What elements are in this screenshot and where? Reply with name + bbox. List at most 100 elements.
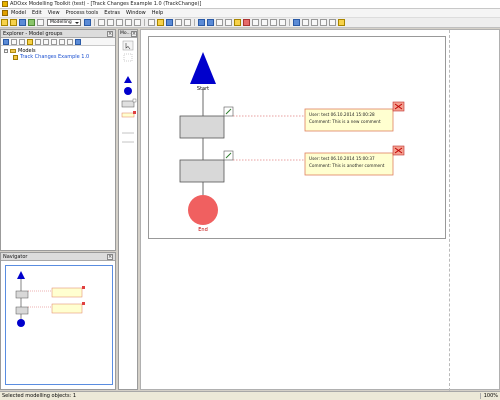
status-bar: Selected modelling objects: 1 100% [0, 391, 500, 400]
comment-text: Comment: This is a new comment [309, 119, 381, 124]
mode-select[interactable]: Modelling [47, 19, 81, 26]
undo-icon[interactable] [198, 19, 205, 26]
nav-comment-marker [82, 286, 85, 289]
nav-activity [15, 306, 29, 315]
new-folder-icon[interactable] [27, 38, 33, 45]
menu-process-tools[interactable]: Process tools [66, 10, 99, 16]
paste-icon[interactable] [234, 19, 241, 26]
redo-icon[interactable] [207, 19, 214, 26]
copy-icon[interactable] [225, 19, 232, 26]
document-menu-icon[interactable] [2, 10, 8, 16]
toolbar-separator [144, 19, 145, 26]
move-icon[interactable] [59, 38, 65, 45]
start-tool-icon[interactable] [124, 76, 132, 83]
end-tool-icon[interactable] [124, 87, 132, 95]
toolbar-separator [289, 19, 290, 26]
relation-tool-icon[interactable] [123, 53, 133, 62]
hierarchy-icon[interactable] [19, 38, 25, 45]
zoom-icon[interactable] [311, 19, 318, 26]
open-icon[interactable] [157, 19, 164, 26]
nav-comment [51, 303, 83, 314]
components-icon[interactable] [1, 19, 8, 26]
select-icon[interactable] [107, 19, 114, 26]
nav-end-marker [17, 319, 25, 327]
model-icon [13, 54, 18, 60]
forward-icon[interactable] [329, 19, 336, 26]
nav-comment-marker [82, 302, 85, 305]
navigator-preview[interactable] [5, 265, 113, 385]
help-icon[interactable] [75, 38, 81, 45]
navigator-preview-svg [15, 271, 85, 327]
toolbar-separator [94, 19, 95, 26]
mode-select-value: Modelling [50, 19, 72, 25]
cut-icon[interactable] [216, 19, 223, 26]
delete-icon[interactable] [243, 19, 250, 26]
folder-icon[interactable] [10, 19, 17, 26]
navigator-header: Navigator × [1, 253, 115, 261]
comment-tool-marker [133, 111, 136, 114]
comment-tool-icon[interactable] [121, 112, 135, 118]
pointer-icon[interactable] [98, 19, 105, 26]
pointer-tool-icon[interactable] [122, 40, 134, 51]
chart-icon[interactable] [37, 19, 44, 26]
close-icon[interactable]: × [130, 30, 137, 37]
refresh-icon[interactable] [35, 38, 41, 45]
menu-model[interactable]: Model [11, 10, 26, 16]
rotate-icon[interactable] [116, 19, 123, 26]
properties-icon[interactable] [261, 19, 268, 26]
analysis-icon[interactable] [28, 19, 35, 26]
expand-icon[interactable] [134, 19, 141, 26]
modelling-icon[interactable] [19, 19, 26, 26]
navigator-panel: Navigator × [0, 252, 116, 390]
export-icon[interactable] [184, 19, 191, 26]
filter-icon[interactable] [43, 38, 49, 45]
comment-meta: User: test 06.10.2014 15:00:37 [309, 156, 375, 161]
activity-tool-icon[interactable] [121, 100, 135, 108]
nav-start-marker [17, 271, 25, 279]
palette-title: Mo... [120, 31, 131, 36]
frame-icon[interactable] [125, 19, 132, 26]
model-drawing-area[interactable]: Start End User: test 06.10.2014 15:00:28… [140, 29, 500, 391]
align-icon[interactable] [270, 19, 277, 26]
new-icon[interactable] [148, 19, 155, 26]
tree-view-icon[interactable] [11, 38, 17, 45]
save-icon[interactable] [166, 19, 173, 26]
nav-comment [51, 287, 83, 298]
activity-1[interactable] [179, 115, 225, 139]
tools-icon[interactable] [338, 19, 345, 26]
model-canvas[interactable]: Start End User: test 06.10.2014 15:00:28… [148, 36, 446, 239]
palette-header: Mo... × [119, 30, 137, 38]
tree-item-model[interactable]: Track Changes Example 1.0 [4, 54, 112, 60]
menu-extras[interactable]: Extras [104, 10, 120, 16]
list-view-icon[interactable] [3, 38, 9, 45]
distribute-icon[interactable] [279, 19, 286, 26]
back-icon[interactable] [320, 19, 327, 26]
page-boundary [449, 30, 450, 391]
status-text: Selected modelling objects: 1 [2, 393, 77, 399]
fit-page-icon[interactable] [293, 19, 300, 26]
nav-activity [15, 290, 29, 299]
collapse-icon[interactable] [51, 38, 57, 45]
close-icon[interactable]: × [107, 253, 113, 260]
end-event-icon[interactable] [188, 195, 218, 225]
menu-help[interactable]: Help [152, 10, 163, 16]
toolbar-separator [194, 19, 195, 26]
model-tree: - Models Track Changes Example 1.0 [1, 46, 115, 62]
settings-icon[interactable] [67, 38, 73, 45]
info-icon[interactable] [84, 19, 91, 26]
print-icon[interactable] [175, 19, 182, 26]
comment-text: Comment: This is another comment [309, 163, 385, 168]
end-label: End [198, 227, 208, 233]
start-event-icon[interactable] [190, 52, 216, 84]
menu-view[interactable]: View [48, 10, 60, 16]
process-diagram: Start End User: test 06.10.2014 15:00:28… [179, 52, 405, 233]
menu-edit[interactable]: Edit [32, 10, 42, 16]
collapse-toggle-icon[interactable]: - [4, 49, 8, 53]
close-icon[interactable]: × [107, 30, 113, 37]
menu-window[interactable]: Window [126, 10, 146, 16]
search-icon[interactable] [252, 19, 259, 26]
grid-icon[interactable] [302, 19, 309, 26]
explorer-title: Explorer - Model groups [3, 30, 63, 37]
activity-tool-marker [132, 98, 137, 103]
activity-2[interactable] [179, 159, 225, 183]
